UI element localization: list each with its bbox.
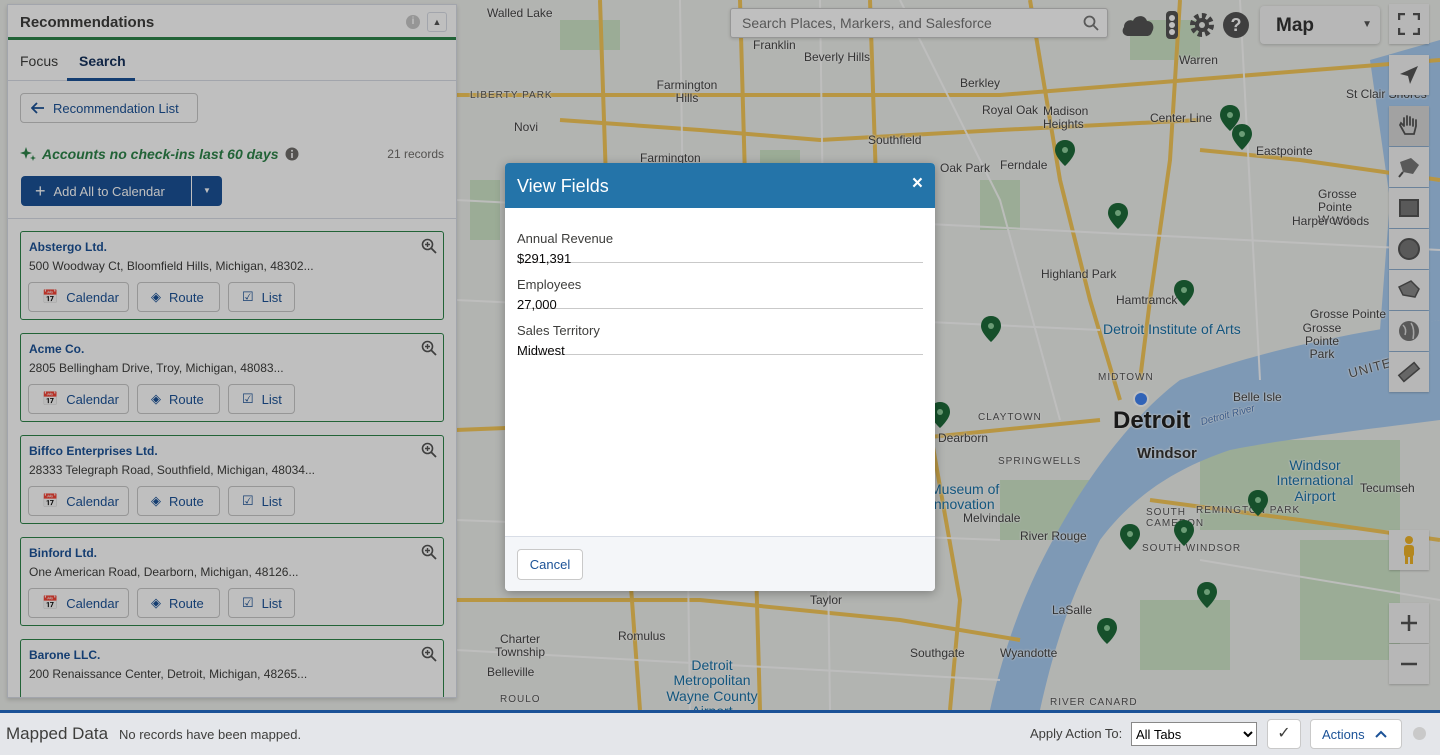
field-annual-revenue: Annual Revenue $291,391	[517, 217, 923, 266]
confirm-button[interactable]: ✓	[1267, 719, 1301, 749]
field-employees: Employees 27,000	[517, 263, 923, 312]
field-sales-territory: Sales Territory Midwest	[517, 309, 923, 358]
apply-action-label: Apply Action To:	[1030, 726, 1123, 741]
checkmark-icon: ✓	[1277, 725, 1291, 742]
modal-header: View Fields ×	[505, 163, 935, 208]
modal-footer: Cancel	[505, 536, 935, 591]
actions-button[interactable]: Actions	[1310, 719, 1402, 749]
actions-label: Actions	[1322, 726, 1365, 742]
chevron-up-icon	[1374, 730, 1387, 738]
apply-action-select[interactable]: All Tabs	[1131, 722, 1257, 746]
view-fields-modal: View Fields × Annual Revenue $291,391 Em…	[505, 163, 935, 591]
field-label: Employees	[517, 277, 582, 292]
info-icon[interactable]	[1413, 727, 1426, 740]
modal-title: View Fields	[517, 176, 609, 196]
close-icon[interactable]: ×	[912, 174, 923, 193]
cancel-button[interactable]: Cancel	[517, 549, 583, 580]
mapped-data-title: Mapped Data	[6, 724, 109, 743]
field-label: Annual Revenue	[517, 231, 614, 246]
mapped-data-bar: Mapped Data No records have been mapped.…	[0, 710, 1440, 755]
field-label: Sales Territory	[517, 323, 600, 338]
field-value: Midwest	[517, 343, 565, 358]
mapped-data-status: No records have been mapped.	[119, 727, 302, 742]
